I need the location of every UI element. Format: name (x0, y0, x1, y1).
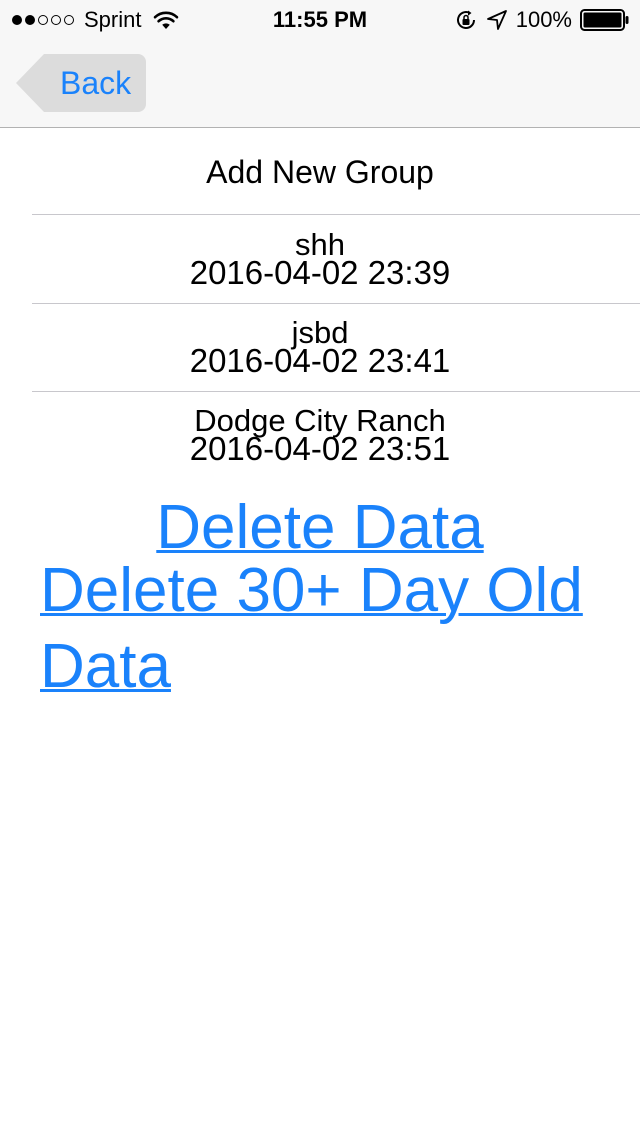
delete-old-data-link[interactable]: Delete 30+ Day Old Data (40, 553, 620, 705)
back-button[interactable]: Back (16, 54, 146, 112)
add-new-group-row[interactable]: Add New Group (32, 128, 640, 215)
status-bar-right: 100% (454, 7, 630, 33)
navigation-bar: Back (0, 40, 640, 128)
back-button-label: Back (60, 65, 132, 101)
battery-icon (580, 9, 630, 31)
delete-data-link[interactable]: Delete Data (0, 494, 640, 562)
group-date: 2016-04-02 23:39 (189, 254, 451, 291)
list-item[interactable]: jsbd 2016-04-02 23:41 (32, 304, 640, 392)
battery-percent: 100% (515, 7, 572, 32)
group-date: 2016-04-02 23:51 (189, 430, 451, 467)
location-arrow-icon (486, 9, 508, 31)
screen: Sprint 11:55 PM 100% Back Add New Group … (0, 0, 640, 1136)
group-date: 2016-04-02 23:41 (189, 342, 451, 379)
add-new-group-label: Add New Group (206, 154, 434, 190)
list-item[interactable]: shh 2016-04-02 23:39 (32, 216, 640, 304)
list-item[interactable]: Dodge City Ranch 2016-04-02 23:51 (32, 392, 640, 480)
rotation-lock-icon (454, 8, 478, 32)
status-bar: Sprint 11:55 PM 100% (0, 0, 640, 40)
